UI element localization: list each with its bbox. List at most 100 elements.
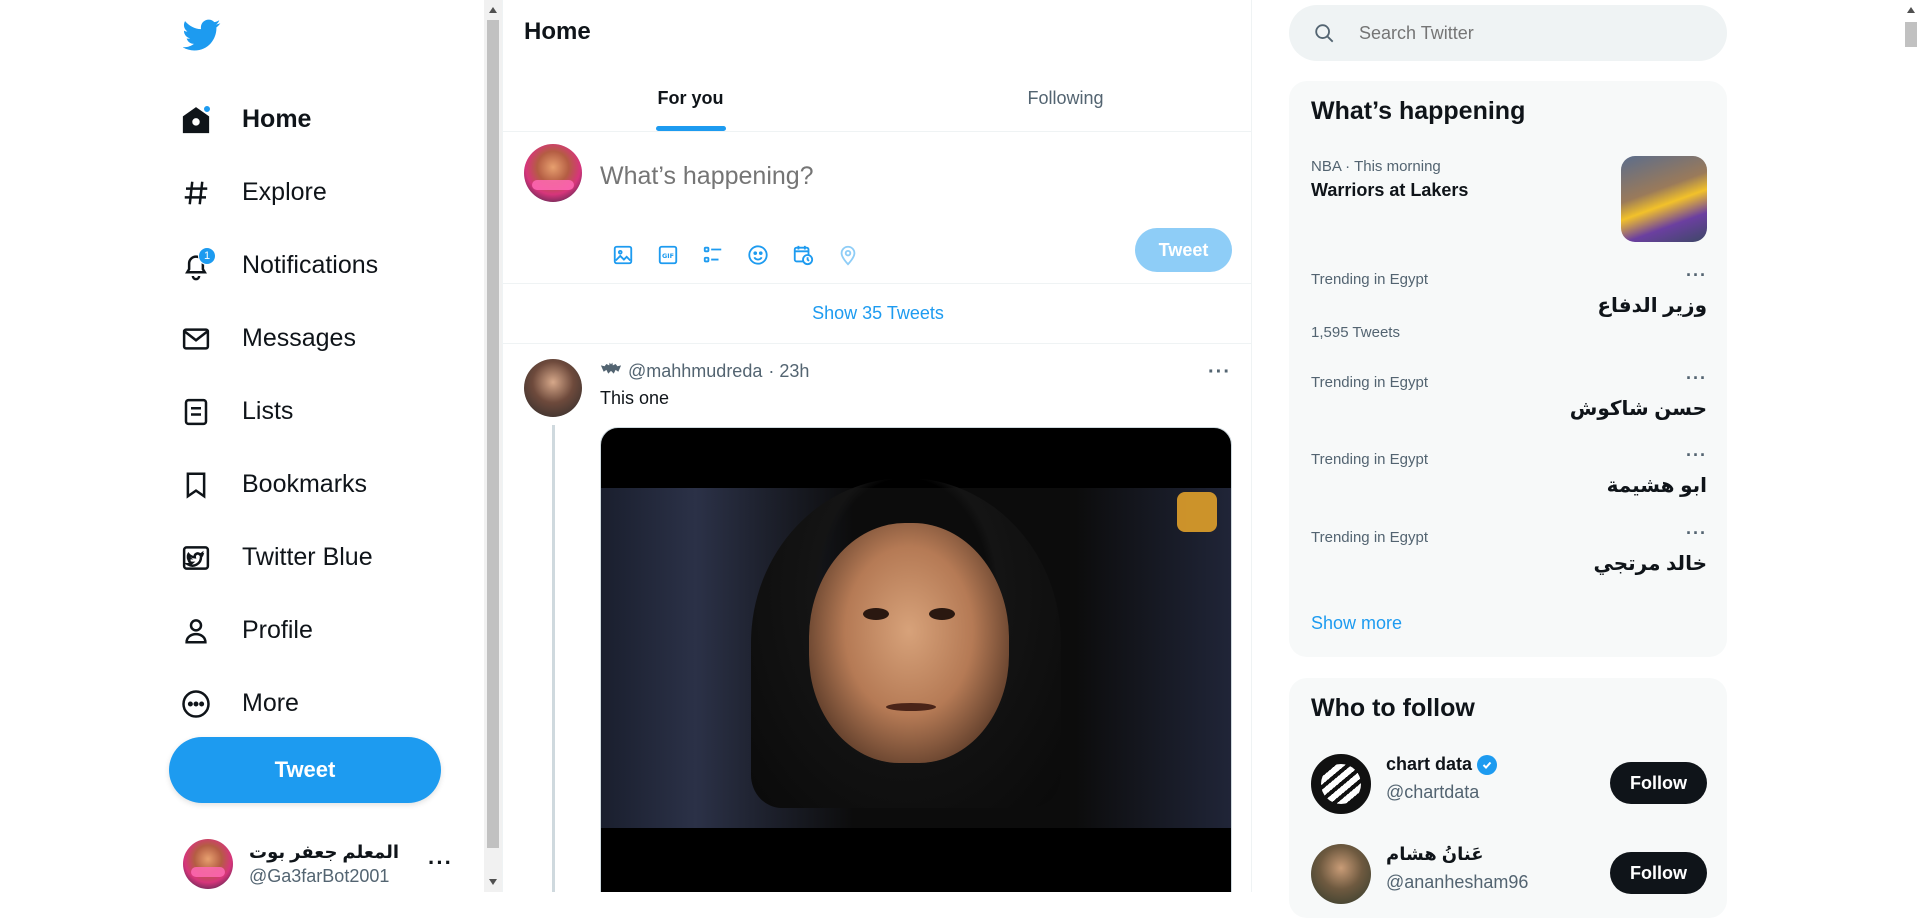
scroll-down-arrow-icon[interactable] xyxy=(489,879,497,885)
nav-item-twitter-blue[interactable]: Twitter Blue xyxy=(180,521,378,594)
panel-title: What’s happening xyxy=(1311,97,1526,125)
trend-item[interactable]: Trending in Egypt ··· وزير الدفاع 1,595 … xyxy=(1311,265,1707,341)
trend-meta: Trending in Egypt xyxy=(1311,271,1429,288)
avatar[interactable] xyxy=(1311,844,1371,904)
compose-tweet-button[interactable]: Tweet xyxy=(1135,228,1232,272)
tweet-author-avatar[interactable] xyxy=(524,359,582,417)
svg-text:GIF: GIF xyxy=(661,252,673,260)
account-switcher[interactable]: المعلم جعفر بوت @Ga3farBot2001 ··· xyxy=(183,836,463,892)
list-icon xyxy=(180,396,212,428)
video-eye-left xyxy=(863,608,889,620)
trend-name: ابو هشيمة xyxy=(1606,475,1707,497)
avatar[interactable] xyxy=(524,144,582,202)
trend-item[interactable]: Trending in Egypt ··· حسن شاكوش xyxy=(1311,368,1707,434)
tweet-header: @mahhmudreda · 23h xyxy=(600,361,809,382)
tweet-author-handle[interactable]: @mahhmudreda xyxy=(628,361,762,382)
twitter-blue-icon xyxy=(180,542,212,574)
image-icon[interactable] xyxy=(600,235,645,275)
nav-label: Profile xyxy=(242,616,313,644)
suggestion-name: chart data xyxy=(1386,754,1473,774)
whats-happening-panel: What’s happening NBA · This morning Warr… xyxy=(1289,81,1727,657)
location-icon[interactable] xyxy=(825,235,870,275)
compose-input[interactable] xyxy=(600,162,1200,191)
gif-icon[interactable]: GIF xyxy=(645,235,690,275)
nav-item-home[interactable]: Home xyxy=(180,83,378,156)
mail-icon xyxy=(180,323,212,355)
tab-for-you[interactable]: For you xyxy=(503,66,878,131)
nav-label: Explore xyxy=(242,178,327,206)
trend-name: وزير الدفاع xyxy=(1597,295,1707,317)
left-sidebar: Home Explore 1 Notifications Messages Li… xyxy=(0,0,484,892)
panel-title: Who to follow xyxy=(1311,694,1475,722)
account-handle: @Ga3farBot2001 xyxy=(249,866,390,886)
tweet-button[interactable]: Tweet xyxy=(169,737,441,803)
show-new-tweets-link[interactable]: Show 35 Tweets xyxy=(503,284,1251,344)
more-dots-icon[interactable]: ··· xyxy=(1686,265,1707,286)
trend-tweet-count: 1,595 Tweets xyxy=(1311,324,1400,341)
trend-item[interactable]: Trending in Egypt ··· ابو هشيمة xyxy=(1311,445,1707,511)
nav-label: Notifications xyxy=(242,251,379,279)
scrollbar-thumb[interactable] xyxy=(1905,22,1917,47)
tweet-media-video[interactable] xyxy=(600,427,1232,892)
show-more-link[interactable]: Show more xyxy=(1311,613,1402,634)
nav-item-lists[interactable]: Lists xyxy=(180,375,378,448)
tab-following[interactable]: Following xyxy=(878,66,1251,131)
hashtag-icon xyxy=(180,177,212,209)
tweet-timestamp[interactable]: · 23h xyxy=(768,361,809,382)
bookmark-icon xyxy=(180,469,212,501)
trend-name: خالد مرتجي xyxy=(1593,553,1707,575)
tweet-more-icon[interactable]: ··· xyxy=(1208,361,1231,384)
follow-button[interactable]: Follow xyxy=(1610,852,1707,894)
trend-thumbnail[interactable] xyxy=(1621,156,1707,242)
search-box[interactable] xyxy=(1289,5,1727,61)
video-eye-right xyxy=(929,608,955,620)
thread-line xyxy=(552,425,555,892)
notification-badge: 1 xyxy=(198,246,216,265)
follow-suggestion[interactable]: عَنانُ هشام @ananhesham96 Follow xyxy=(1311,844,1707,908)
more-dots-icon[interactable]: ··· xyxy=(1686,368,1707,389)
nav-item-notifications[interactable]: 1 Notifications xyxy=(180,229,378,302)
tweet-card[interactable]: @mahhmudreda · 23h ··· This one xyxy=(503,345,1251,892)
suggestion-handle: @ananhesham96 xyxy=(1386,872,1529,892)
scroll-up-arrow-icon[interactable] xyxy=(489,7,497,13)
emoji-icon[interactable] xyxy=(735,235,780,275)
compose-toolbar: GIF xyxy=(600,235,870,275)
twitter-logo-icon[interactable] xyxy=(182,16,221,54)
nav-label: More xyxy=(242,689,299,717)
sidebar-scrollbar[interactable] xyxy=(484,0,502,892)
poll-icon[interactable] xyxy=(690,235,735,275)
nav-item-explore[interactable]: Explore xyxy=(180,156,378,229)
nav-item-messages[interactable]: Messages xyxy=(180,302,378,375)
timeline-tabs: For you Following xyxy=(503,66,1251,132)
scrollbar-thumb[interactable] xyxy=(487,20,499,848)
avatar[interactable] xyxy=(1311,754,1371,814)
nav-item-more[interactable]: More xyxy=(180,667,378,740)
trend-meta: Trending in Egypt xyxy=(1311,374,1429,391)
more-dots-icon[interactable]: ··· xyxy=(1686,445,1707,466)
schedule-icon[interactable] xyxy=(780,235,825,275)
page-title: Home xyxy=(524,18,591,45)
home-icon xyxy=(180,104,212,136)
nav-item-bookmarks[interactable]: Bookmarks xyxy=(180,448,378,521)
page-scrollbar[interactable] xyxy=(1902,0,1920,892)
follow-button[interactable]: Follow xyxy=(1610,762,1707,804)
scroll-up-arrow-icon[interactable] xyxy=(1907,7,1915,13)
suggestion-name-row: chart data xyxy=(1386,754,1498,775)
channel-watermark-icon xyxy=(1177,492,1217,532)
account-name: المعلم جعفر بوت xyxy=(249,842,400,862)
avatar xyxy=(183,839,233,889)
trend-meta: Trending in Egypt xyxy=(1311,529,1429,546)
more-dots-icon[interactable]: ··· xyxy=(428,850,453,876)
suggestion-name: عَنانُ هشام xyxy=(1386,844,1484,864)
nav-item-profile[interactable]: Profile xyxy=(180,594,378,667)
search-input[interactable] xyxy=(1359,22,1689,44)
trend-item[interactable]: Trending in Egypt ··· خالد مرتجي xyxy=(1311,523,1707,589)
search-icon xyxy=(1289,22,1359,44)
tweet-text: This one xyxy=(600,388,670,408)
more-dots-icon[interactable]: ··· xyxy=(1686,523,1707,544)
video-mouth xyxy=(886,703,936,711)
follow-suggestion[interactable]: chart data @chartdata Follow xyxy=(1311,754,1707,818)
who-to-follow-panel: Who to follow chart data @chartdata Foll… xyxy=(1289,678,1727,918)
verified-badge-icon xyxy=(1477,754,1498,775)
account-info: المعلم جعفر بوت @Ga3farBot2001 xyxy=(249,840,399,888)
